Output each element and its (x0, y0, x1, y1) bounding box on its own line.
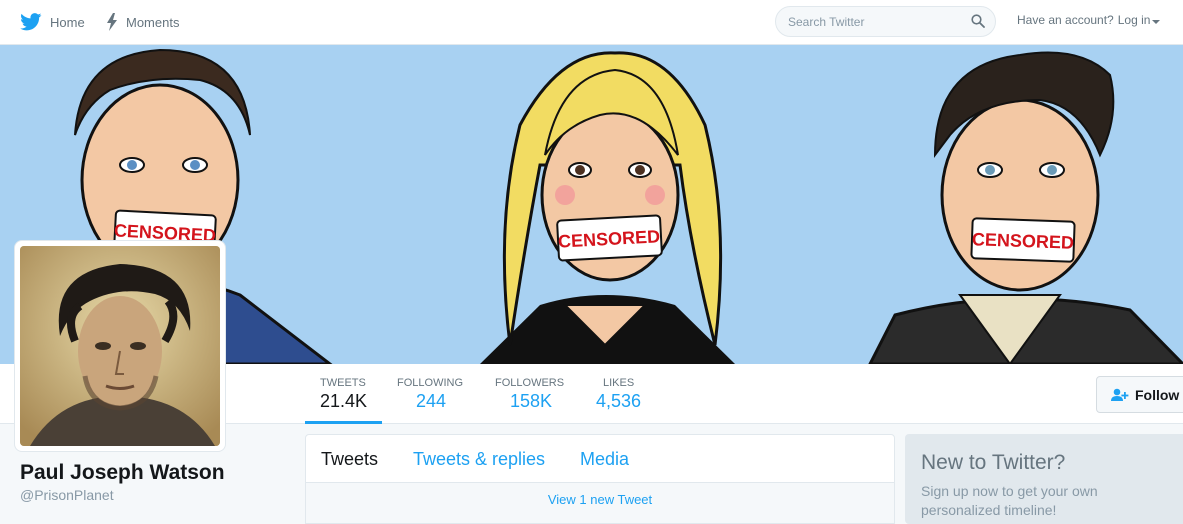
profile-name[interactable]: Paul Joseph Watson (20, 461, 225, 485)
stat-following[interactable]: FOLLOWING 244 (382, 364, 480, 424)
stat-tweets-value: 21.4K (320, 391, 368, 411)
profile-avatar[interactable] (14, 240, 226, 452)
timeline-panel: Tweets Tweets & replies Media View 1 new… (305, 434, 895, 524)
login-link[interactable]: Log in (1118, 13, 1161, 27)
add-user-icon (1111, 388, 1129, 401)
nav-moments[interactable]: Moments (106, 0, 179, 44)
signup-title: New to Twitter? (921, 451, 1066, 474)
stat-followers-label: FOLLOWERS (495, 377, 565, 389)
stat-tweets[interactable]: TWEETS 21.4K (305, 364, 382, 424)
lightning-icon (107, 13, 117, 31)
nav-home-label: Home (50, 14, 85, 30)
profile-handle[interactable]: @PrisonPlanet (20, 487, 114, 503)
stat-following-value: 244 (416, 391, 447, 411)
cartoon-woman-middle (480, 51, 735, 364)
stat-likes-label: LIKES (603, 377, 635, 389)
signup-module: New to Twitter? Sign up now to get your … (905, 434, 1183, 524)
top-navigation-bar: Home Moments Have an account? Log in (0, 0, 1183, 45)
timeline-tabs: Tweets Tweets & replies Media (306, 435, 894, 483)
twitter-bird-icon (20, 13, 42, 31)
new-tweet-bar[interactable]: View 1 new Tweet (306, 483, 894, 523)
stat-tweets-label: TWEETS (320, 377, 366, 389)
stat-following-label: FOLLOWING (397, 377, 464, 389)
tab-tweets[interactable]: Tweets (321, 449, 378, 470)
account-area: Have an account? Log in (1017, 0, 1161, 40)
censored-tape-middle: CENSORED (556, 214, 663, 262)
tab-tweets-replies[interactable]: Tweets & replies (413, 449, 545, 470)
nav-moments-label: Moments (126, 14, 180, 30)
avatar-portrait (20, 246, 220, 446)
nav-home[interactable]: Home (20, 0, 85, 44)
search-input[interactable] (788, 13, 968, 31)
follow-button[interactable]: Follow (1096, 376, 1183, 413)
cartoon-man-right (868, 51, 1183, 364)
caret-down-icon (1152, 20, 1161, 24)
stat-likes-value: 4,536 (596, 391, 642, 411)
censored-text-right: CENSORED (972, 229, 1075, 253)
stat-followers-value: 158K (510, 391, 553, 411)
avatar-photo (20, 246, 220, 446)
signup-subtitle: Sign up now to get your own personalized… (921, 483, 1098, 518)
search-icon[interactable] (971, 14, 985, 28)
search-box[interactable] (775, 6, 996, 37)
account-prompt: Have an account? (1017, 13, 1114, 27)
stat-likes[interactable]: LIKES 4,536 (580, 364, 660, 424)
stat-followers[interactable]: FOLLOWERS 158K (480, 364, 580, 424)
censored-tape-right: CENSORED (970, 217, 1076, 263)
follow-label: Follow (1135, 386, 1180, 403)
login-label: Log in (1117, 13, 1151, 27)
tab-media[interactable]: Media (580, 449, 629, 470)
